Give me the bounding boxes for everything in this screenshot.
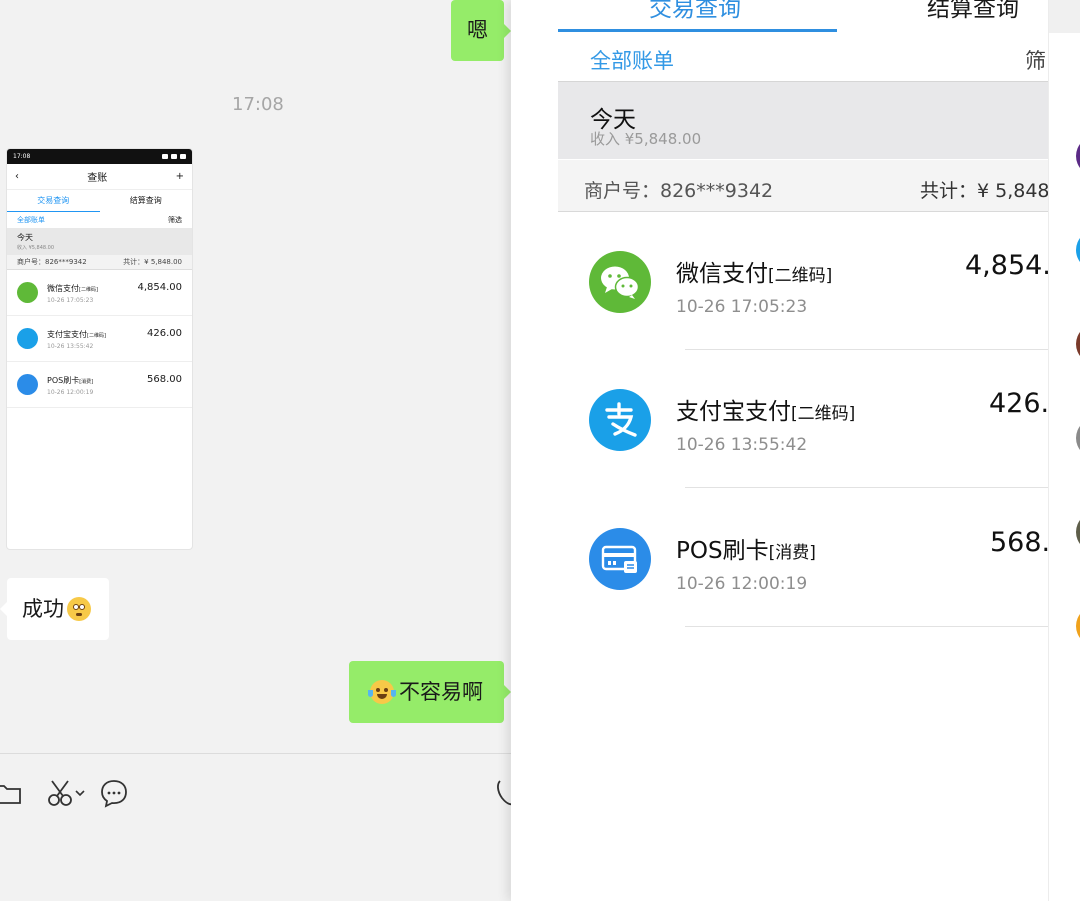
thumb-tabs: 交易查询 结算查询 bbox=[7, 190, 192, 212]
contact-avatar[interactable] bbox=[1076, 418, 1080, 458]
input-divider bbox=[0, 753, 512, 754]
thumb-today: 今天 收入 ¥5,848.00 bbox=[7, 228, 192, 255]
thumb-row-name: 微信支付[二维码] bbox=[47, 284, 98, 293]
thumb-status-bar: 17:08 bbox=[7, 149, 192, 164]
total-amount: 共计：¥ 5,848 bbox=[920, 180, 1048, 202]
thumb-tab-settle: 结算查询 bbox=[129, 196, 162, 205]
row-separator bbox=[685, 626, 1048, 627]
thumb-status-icons bbox=[162, 154, 186, 159]
transaction-amount: 568. bbox=[990, 527, 1048, 558]
transaction-time: 10-26 13:55:42 bbox=[676, 435, 808, 455]
tab-settle-query[interactable]: 结算查询 bbox=[927, 0, 1019, 23]
thumb-filter: 筛选 bbox=[168, 216, 182, 224]
folder-icon[interactable] bbox=[0, 776, 22, 810]
message-text: 不容易啊 bbox=[399, 679, 483, 704]
thumb-row: 微信支付[二维码] 10-26 17:05:23 4,854.00 bbox=[7, 270, 192, 316]
transaction-name: 微信支付[二维码] bbox=[676, 261, 833, 287]
chat-pane: 嗯 17:08 17:08 ‹ 查账 + 交易查询 结算查询 全部账单 筛选 今… bbox=[0, 0, 512, 901]
image-message-thumbnail[interactable]: 17:08 ‹ 查账 + 交易查询 结算查询 全部账单 筛选 今天 收入 ¥5,… bbox=[6, 148, 193, 550]
bill-query-panel: 交易查询 结算查询 全部账单 筛 今天 收入 ¥5,848.00 商户号：826… bbox=[511, 0, 1048, 901]
contact-avatar[interactable] bbox=[1076, 606, 1080, 646]
thumb-row-amount: 426.00 bbox=[147, 328, 182, 339]
contact-avatar[interactable] bbox=[1076, 512, 1080, 552]
phone-icon[interactable] bbox=[494, 776, 512, 810]
thumb-row-amount: 4,854.00 bbox=[137, 282, 182, 293]
contact-avatar[interactable] bbox=[1076, 136, 1080, 176]
thumb-today-label: 今天 bbox=[17, 233, 33, 242]
thumb-row-time: 10-26 17:05:23 bbox=[47, 297, 94, 304]
bubble-tail bbox=[0, 602, 7, 616]
filter-bar: 全部账单 筛 bbox=[558, 31, 1048, 81]
thumb-merchant-no: 商户号：826***9342 bbox=[17, 258, 87, 266]
merchant-number: 商户号：826***9342 bbox=[584, 180, 774, 202]
thumb-filter-bar: 全部账单 筛选 bbox=[7, 212, 192, 228]
thumb-row-name: 支付宝支付[二维码] bbox=[47, 330, 106, 339]
thumb-merchant-bar: 商户号：826***9342 共计：¥ 5,848.00 bbox=[7, 255, 192, 270]
flushed-face-icon bbox=[67, 597, 91, 621]
message-text: 嗯 bbox=[467, 18, 488, 42]
all-bills-link[interactable]: 全部账单 bbox=[590, 45, 674, 75]
thumb-today-income: 收入 ¥5,848.00 bbox=[17, 245, 55, 251]
thumb-row: 支付宝支付[二维码] 10-26 13:55:42 426.00 bbox=[7, 316, 192, 362]
contact-avatar[interactable] bbox=[1076, 230, 1080, 270]
transaction-amount: 426. bbox=[989, 388, 1048, 419]
transaction-row[interactable]: 支付宝支付[二维码] 10-26 13:55:42 426. bbox=[558, 350, 1048, 488]
transaction-time: 10-26 12:00:19 bbox=[676, 574, 808, 594]
tab-trade-query[interactable]: 交易查询 bbox=[649, 0, 741, 23]
thumb-row-name: POS刷卡[消费] bbox=[47, 376, 94, 385]
thumb-status-time: 17:08 bbox=[13, 153, 31, 160]
thumb-alipay-icon bbox=[17, 328, 38, 349]
thumb-row-time: 10-26 12:00:19 bbox=[47, 389, 94, 396]
message-bubble-sent[interactable]: 嗯 bbox=[451, 0, 511, 61]
filter-button[interactable]: 筛 bbox=[1025, 45, 1046, 75]
thumb-row-time: 10-26 13:55:42 bbox=[47, 343, 94, 350]
message-bubble-sent[interactable]: 不容易啊 bbox=[349, 661, 511, 723]
thumb-tab-trade: 交易查询 bbox=[7, 190, 100, 212]
comment-icon[interactable] bbox=[99, 776, 129, 810]
transaction-name: POS刷卡[消费] bbox=[676, 538, 816, 564]
thumb-title: 查账 bbox=[87, 173, 108, 184]
thumb-wechat-pay-icon bbox=[17, 282, 38, 303]
scissors-icon[interactable] bbox=[46, 776, 90, 810]
thumb-pos-card-icon bbox=[17, 374, 38, 395]
wechat-pay-icon bbox=[589, 251, 651, 313]
tears-of-joy-icon bbox=[368, 680, 396, 704]
row-separator bbox=[685, 487, 1048, 488]
thumb-all-bills: 全部账单 bbox=[17, 216, 45, 224]
today-income: 收入 ¥5,848.00 bbox=[590, 130, 702, 148]
transaction-amount: 4,854. bbox=[965, 250, 1048, 281]
bubble-tail bbox=[504, 685, 511, 699]
alipay-icon bbox=[589, 389, 651, 451]
thumb-navbar: ‹ 查账 + bbox=[7, 164, 192, 190]
message-timestamp: 17:08 bbox=[232, 94, 284, 115]
thumb-row: POS刷卡[消费] 10-26 12:00:19 568.00 bbox=[7, 362, 192, 408]
transaction-time: 10-26 17:05:23 bbox=[676, 297, 808, 317]
sliver-header bbox=[1049, 0, 1080, 33]
thumb-plus-icon: + bbox=[175, 171, 184, 182]
today-summary: 今天 收入 ¥5,848.00 bbox=[558, 81, 1048, 159]
transaction-row[interactable]: POS刷卡[消费] 10-26 12:00:19 568. bbox=[558, 489, 1048, 627]
thumb-total: 共计：¥ 5,848.00 bbox=[123, 258, 182, 266]
message-bubble-received[interactable]: 成功 bbox=[0, 578, 109, 640]
contact-avatar[interactable] bbox=[1076, 324, 1080, 364]
pos-card-icon bbox=[589, 528, 651, 590]
transaction-row[interactable]: 微信支付[二维码] 10-26 17:05:23 4,854. bbox=[558, 212, 1048, 350]
transaction-name: 支付宝支付[二维码] bbox=[676, 399, 856, 425]
contact-list-sliver bbox=[1048, 0, 1080, 901]
thumb-row-amount: 568.00 bbox=[147, 374, 182, 385]
bubble-tail bbox=[504, 23, 511, 38]
thumb-back-icon: ‹ bbox=[15, 171, 19, 182]
message-text: 成功 bbox=[22, 596, 64, 621]
merchant-bar: 商户号：826***9342 共计：¥ 5,848 bbox=[558, 160, 1048, 212]
